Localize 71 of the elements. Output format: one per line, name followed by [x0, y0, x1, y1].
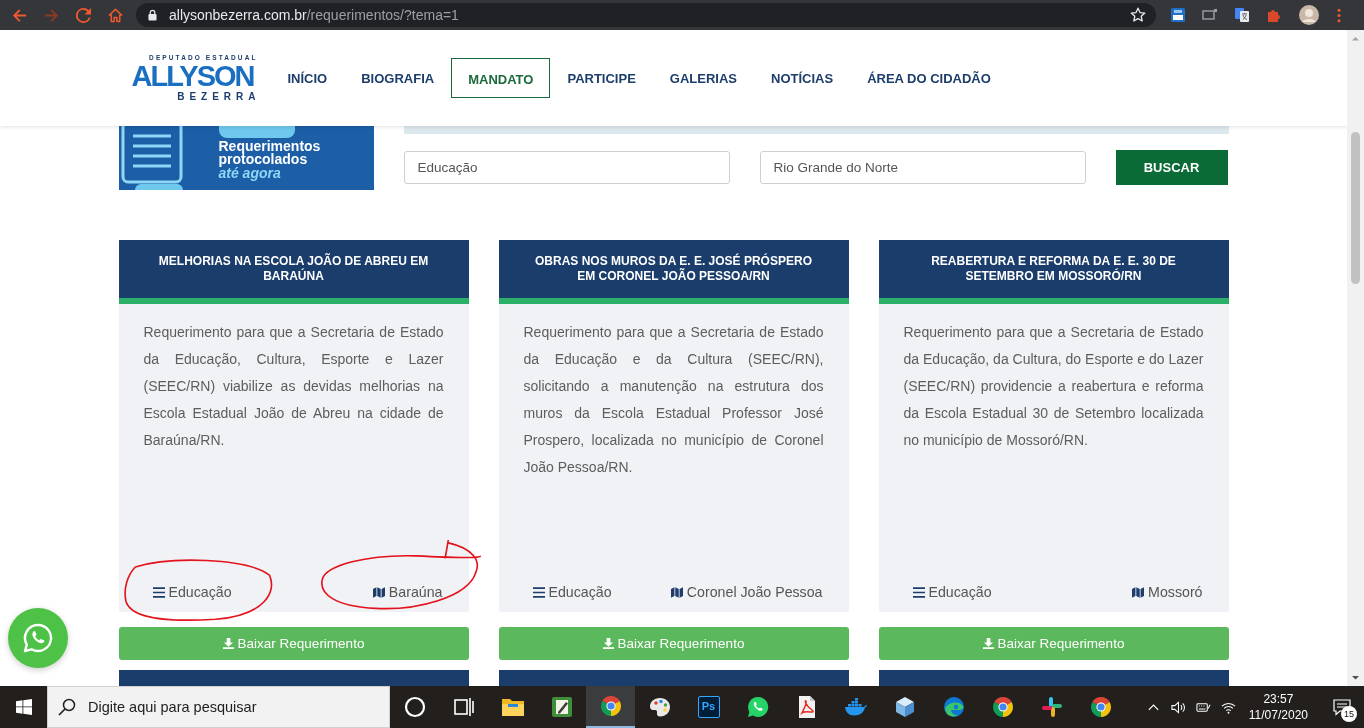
card-title: REABERTURA E REFORMA DA E. E. 30 DE SETEMBRO EM MOSSORÓ/RN: [878, 240, 1229, 304]
banner-subtitle: até agora: [218, 166, 281, 180]
search-button[interactable]: BUSCAR: [1115, 150, 1228, 185]
puzzle-icon[interactable]: [1266, 7, 1282, 23]
clock-date[interactable]: 11/07/2020: [1248, 707, 1308, 723]
card-description: Requerimento para que a Secretaria de Estado da Educação e da Cultura (SEEC/RN), solicitando a manutenção na estrutura dos muros da Escola Estadual Professor José Prospero, localizada no município de Coronel João Pessoa/RN.: [523, 323, 824, 477]
search-field[interactable]: Educação: [403, 151, 730, 184]
address-bar[interactable]: allysonbezerra.com.br/requerimentos/?tema=1: [136, 3, 1156, 27]
list-icon: [152, 586, 165, 598]
task-view-icon: [451, 695, 476, 719]
menu-dots-icon[interactable]: [1337, 7, 1341, 23]
home-icon[interactable]: [108, 7, 123, 23]
swirl-icon: [941, 695, 966, 719]
download-icon: [222, 638, 234, 649]
scrollbar[interactable]: [1347, 30, 1364, 686]
tile-icon[interactable]: [1170, 7, 1186, 23]
window-grid-icon: [15, 699, 32, 715]
banner-title: Requerimentos protocolados: [218, 140, 322, 166]
nav-link[interactable]: MANDATO: [451, 58, 551, 98]
list-icon: [532, 586, 545, 598]
browser-icon: [990, 695, 1015, 719]
palette-icon: [647, 695, 672, 719]
card-title: MELHORIAS NA ESCOLA JOÃO DE ABREU EM BARAÚNA: [118, 240, 469, 304]
phone-bubble-icon: [22, 622, 54, 654]
logo-name[interactable]: ALLYSON: [131, 62, 254, 90]
nav-link[interactable]: PARTICIPE: [550, 58, 653, 98]
map-icon: [1132, 586, 1145, 598]
map-icon: [670, 586, 683, 598]
location-link[interactable]: Coronel João Pessoa: [686, 584, 823, 600]
card-description: Requerimento para que a Secretaria de Estado da Educação, da Cultura, do Esporte e do Lazer (SEEC/RN) providencie a reabertura e reforma da Escola Estadual 30 de Setembro localizada no município de Mossoró/RN.: [903, 323, 1204, 450]
taskbar-search-field[interactable]: Digite aqui para pesquisar: [47, 686, 390, 728]
notification-badge: 15: [1341, 706, 1357, 722]
map-icon: [372, 586, 385, 598]
lock-icon: [148, 9, 157, 21]
download-icon: [602, 638, 614, 649]
nav-link[interactable]: GALERIAS: [652, 58, 754, 98]
card-description: Requerimento para que a Secretaria de Estado da Educação, Cultura, Esporte e Lazer (SEEC/RN) viabilize as devidas melhorias na Escola Estadual João de Abreu na cidade de Baraúna/RN.: [143, 323, 444, 450]
nav-link[interactable]: ÁREA DO CIDADÃO: [850, 58, 1008, 98]
taskbar-button[interactable]: Ps: [684, 686, 733, 728]
monitor-icon[interactable]: [1202, 7, 1218, 23]
back-arrow-icon[interactable]: [12, 7, 27, 23]
list-icon: [912, 586, 925, 598]
reload-icon[interactable]: [76, 7, 91, 23]
profile-avatar-icon[interactable]: [1299, 5, 1319, 25]
category-link[interactable]: Educação: [168, 584, 232, 600]
nav-link[interactable]: INÍCIO: [270, 58, 345, 98]
browser-icon: [1088, 695, 1113, 719]
bookmark-star-icon[interactable]: [1130, 7, 1146, 23]
ring-icon: [402, 695, 427, 719]
download-icon: [982, 638, 994, 649]
speaker-icon[interactable]: [1170, 699, 1186, 715]
logo-subtitle[interactable]: BEZERRA: [177, 90, 261, 103]
clock-time[interactable]: 23:57: [1263, 691, 1294, 707]
pinwheel-icon: [1039, 695, 1064, 719]
search-icon: [58, 698, 76, 716]
url-text[interactable]: allysonbezerra.com.br/requerimentos/?tema=1: [169, 7, 459, 23]
scrollbar-thumb[interactable]: [1351, 132, 1360, 284]
translate-icon[interactable]: [1234, 7, 1250, 23]
category-link[interactable]: Educação: [928, 584, 992, 600]
nav-link[interactable]: NOTÍCIAS: [754, 58, 851, 98]
location-link[interactable]: Baraúna: [388, 584, 443, 600]
chat-bubble-icon: [745, 695, 770, 719]
category-link[interactable]: Educação: [548, 584, 612, 600]
notepad-icon: [549, 695, 574, 719]
notification-button[interactable]: 15: [1320, 686, 1364, 728]
nav-link[interactable]: BIOGRAFIA: [344, 58, 452, 98]
browser-icon: [598, 694, 623, 718]
taskbar-button[interactable]: [586, 686, 635, 728]
search-field[interactable]: Rio Grande do Norte: [759, 151, 1086, 184]
card-title: OBRAS NOS MUROS DA E. E. JOSÉ PRÓSPERO EM CORONEL JOÃO PESSOA/RN: [498, 240, 849, 304]
location-link[interactable]: Mossoró: [1148, 584, 1203, 600]
